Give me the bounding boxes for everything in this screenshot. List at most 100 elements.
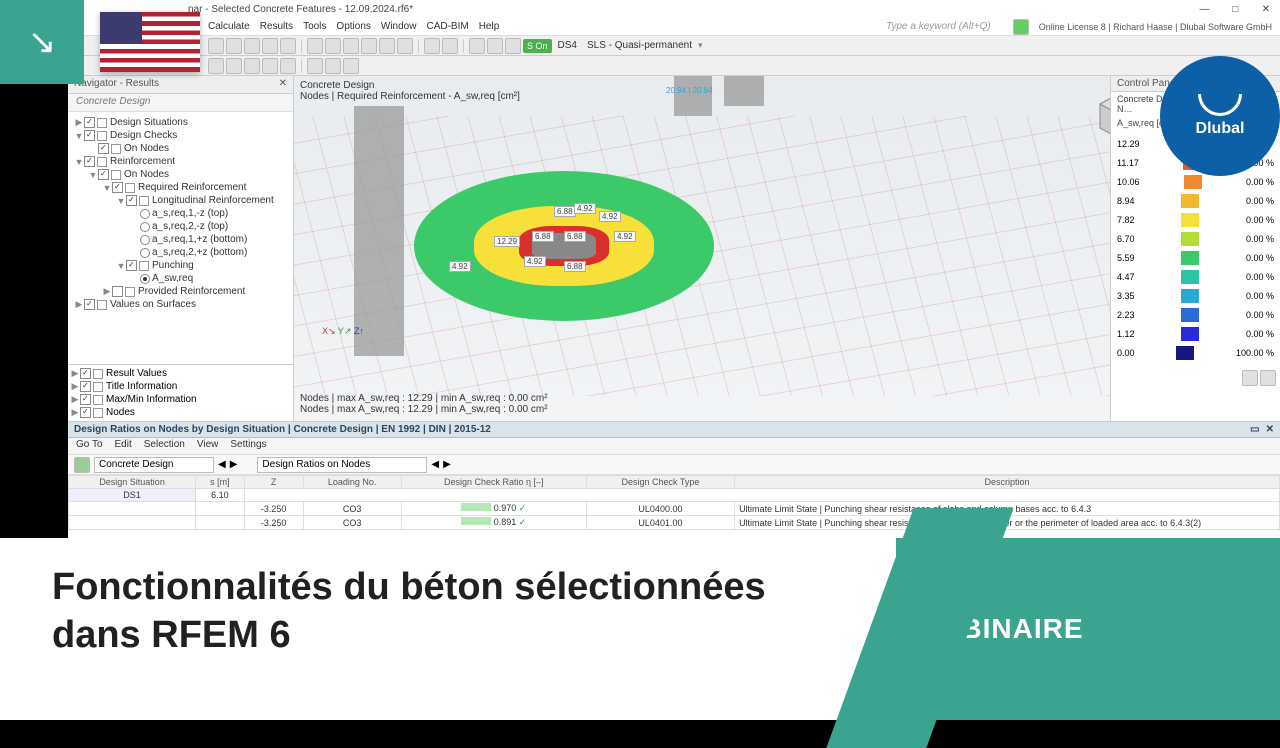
radio-icon[interactable]	[140, 222, 150, 232]
checkbox-icon[interactable]	[98, 143, 109, 154]
tree-item[interactable]: ▼Required Reinforcement	[70, 181, 291, 194]
col-header[interactable]: Design Situation	[69, 476, 196, 489]
nav-option[interactable]: ▶Max/Min Information	[70, 393, 291, 406]
results-menu-item[interactable]: Go To	[76, 439, 103, 453]
prev-icon[interactable]: ◀	[431, 459, 439, 470]
tree-toggle-icon[interactable]: ▶	[102, 286, 112, 297]
checkbox-icon[interactable]	[80, 368, 91, 379]
tree-item[interactable]: a_s,req,1,-z (top)	[70, 207, 291, 220]
design-situation-badge[interactable]: S On	[523, 39, 552, 53]
results-table[interactable]: Design Situation s [m] Z Loading No. Des…	[68, 475, 1280, 538]
col-header[interactable]: Description	[735, 476, 1280, 489]
close-button[interactable]: ✕	[1252, 4, 1280, 15]
col-header[interactable]: Design Check Ratio η [–]	[401, 476, 586, 489]
navigator-header[interactable]: Concrete Design	[68, 94, 293, 112]
checkbox-icon[interactable]	[84, 130, 95, 141]
checkbox-icon[interactable]	[80, 407, 91, 418]
tree-item[interactable]: ▶Design Situations	[70, 116, 291, 129]
save-icon[interactable]	[244, 38, 260, 54]
col-header[interactable]: Loading No.	[303, 476, 401, 489]
checkbox-icon[interactable]	[80, 381, 91, 392]
radio-icon[interactable]	[140, 235, 150, 245]
tool-icon[interactable]	[307, 58, 323, 74]
tree-item[interactable]: ▼Reinforcement	[70, 155, 291, 168]
next-icon[interactable]: ▶	[443, 459, 451, 470]
tool-icon[interactable]	[424, 38, 440, 54]
panel-close-icon[interactable]: ✕	[279, 78, 287, 91]
panel-dock-icon[interactable]: ▭	[1250, 424, 1259, 435]
col-header[interactable]: Design Check Type	[586, 476, 734, 489]
next-icon[interactable]: ▶	[230, 459, 238, 470]
checkbox-icon[interactable]	[84, 299, 95, 310]
nav-option[interactable]: ▶Nodes	[70, 406, 291, 419]
redo-icon[interactable]	[280, 38, 296, 54]
panel-tool-icon[interactable]	[1242, 370, 1258, 386]
tree-toggle-icon[interactable]: ▼	[116, 261, 126, 271]
checkbox-icon[interactable]	[84, 117, 95, 128]
new-icon[interactable]	[208, 38, 224, 54]
panel-close-icon[interactable]: ✕	[1266, 424, 1274, 435]
tool-icon[interactable]	[487, 38, 503, 54]
table-row[interactable]: -3.250CO3 0.970 ✓UL0400.00Ultimate Limit…	[69, 502, 1280, 516]
col-header[interactable]: Z	[244, 476, 303, 489]
panel-tool-icon[interactable]	[1260, 370, 1276, 386]
tool-icon[interactable]	[343, 58, 359, 74]
nav-option[interactable]: ▶Title Information	[70, 380, 291, 393]
navigator-tree[interactable]: ▶Design Situations▼Design ChecksOn Nodes…	[68, 112, 293, 364]
checkbox-icon[interactable]	[98, 169, 109, 180]
tree-toggle-icon[interactable]: ▼	[116, 196, 126, 206]
navigation-cube[interactable]: +X	[1094, 88, 1110, 144]
tree-item[interactable]: A_sw,req	[70, 272, 291, 285]
tree-item[interactable]: ▼Design Checks	[70, 129, 291, 142]
tool-icon[interactable]	[469, 38, 485, 54]
tool-icon[interactable]	[505, 38, 521, 54]
menu-item[interactable]: Options	[336, 21, 370, 32]
menu-item[interactable]: Window	[381, 21, 417, 32]
tree-item[interactable]: ▼On Nodes	[70, 168, 291, 181]
tree-item[interactable]: a_s,req,2,+z (bottom)	[70, 246, 291, 259]
tool-icon[interactable]	[208, 58, 224, 74]
tree-item[interactable]: ▶Values on Surfaces	[70, 298, 291, 311]
tree-toggle-icon[interactable]: ▼	[74, 157, 84, 167]
menu-item[interactable]: CAD-BIM	[426, 21, 468, 32]
undo-icon[interactable]	[262, 38, 278, 54]
results-menu-item[interactable]: Selection	[144, 439, 185, 453]
dropdown-icon[interactable]: ▾	[698, 40, 703, 51]
maximize-button[interactable]: □	[1221, 4, 1249, 15]
tree-item[interactable]: ▶Provided Reinforcement	[70, 285, 291, 298]
radio-icon[interactable]	[140, 274, 150, 284]
checkbox-icon[interactable]	[84, 156, 95, 167]
col-header[interactable]: s [m]	[196, 476, 245, 489]
tool-icon[interactable]	[244, 58, 260, 74]
sls-dropdown[interactable]: SLS - Quasi-permanent	[583, 40, 696, 51]
tree-toggle-icon[interactable]: ▶	[74, 117, 84, 128]
search-input[interactable]: Type a keyword (Alt+Q)	[886, 21, 1003, 32]
menu-item[interactable]: Help	[479, 21, 500, 32]
tree-item[interactable]: a_s,req,2,-z (top)	[70, 220, 291, 233]
tree-item[interactable]: ▼Longitudinal Reinforcement	[70, 194, 291, 207]
view-icon[interactable]	[325, 38, 341, 54]
checkbox-icon[interactable]	[112, 286, 123, 297]
table-select[interactable]: Design Ratios on Nodes	[257, 457, 427, 473]
tool-icon[interactable]	[262, 58, 278, 74]
open-icon[interactable]	[226, 38, 242, 54]
view-icon[interactable]	[307, 38, 323, 54]
results-menu-item[interactable]: View	[197, 439, 219, 453]
addon-select[interactable]: Concrete Design	[94, 457, 214, 473]
tool-icon[interactable]	[226, 58, 242, 74]
table-row-group[interactable]: DS16.10	[69, 489, 1280, 502]
results-menu-item[interactable]: Edit	[115, 439, 132, 453]
checkbox-icon[interactable]	[126, 195, 137, 206]
menu-item[interactable]: Results	[260, 21, 293, 32]
tool-icon[interactable]	[280, 58, 296, 74]
menu-item[interactable]: Tools	[303, 21, 326, 32]
minimize-button[interactable]: —	[1190, 4, 1218, 15]
tool-icon[interactable]	[325, 58, 341, 74]
tree-item[interactable]: a_s,req,1,+z (bottom)	[70, 233, 291, 246]
calc-icon[interactable]	[361, 38, 377, 54]
radio-icon[interactable]	[140, 209, 150, 219]
tree-item[interactable]: On Nodes	[70, 142, 291, 155]
tree-toggle-icon[interactable]: ▼	[88, 170, 98, 180]
tree-item[interactable]: ▼Punching	[70, 259, 291, 272]
calc-icon[interactable]	[379, 38, 395, 54]
